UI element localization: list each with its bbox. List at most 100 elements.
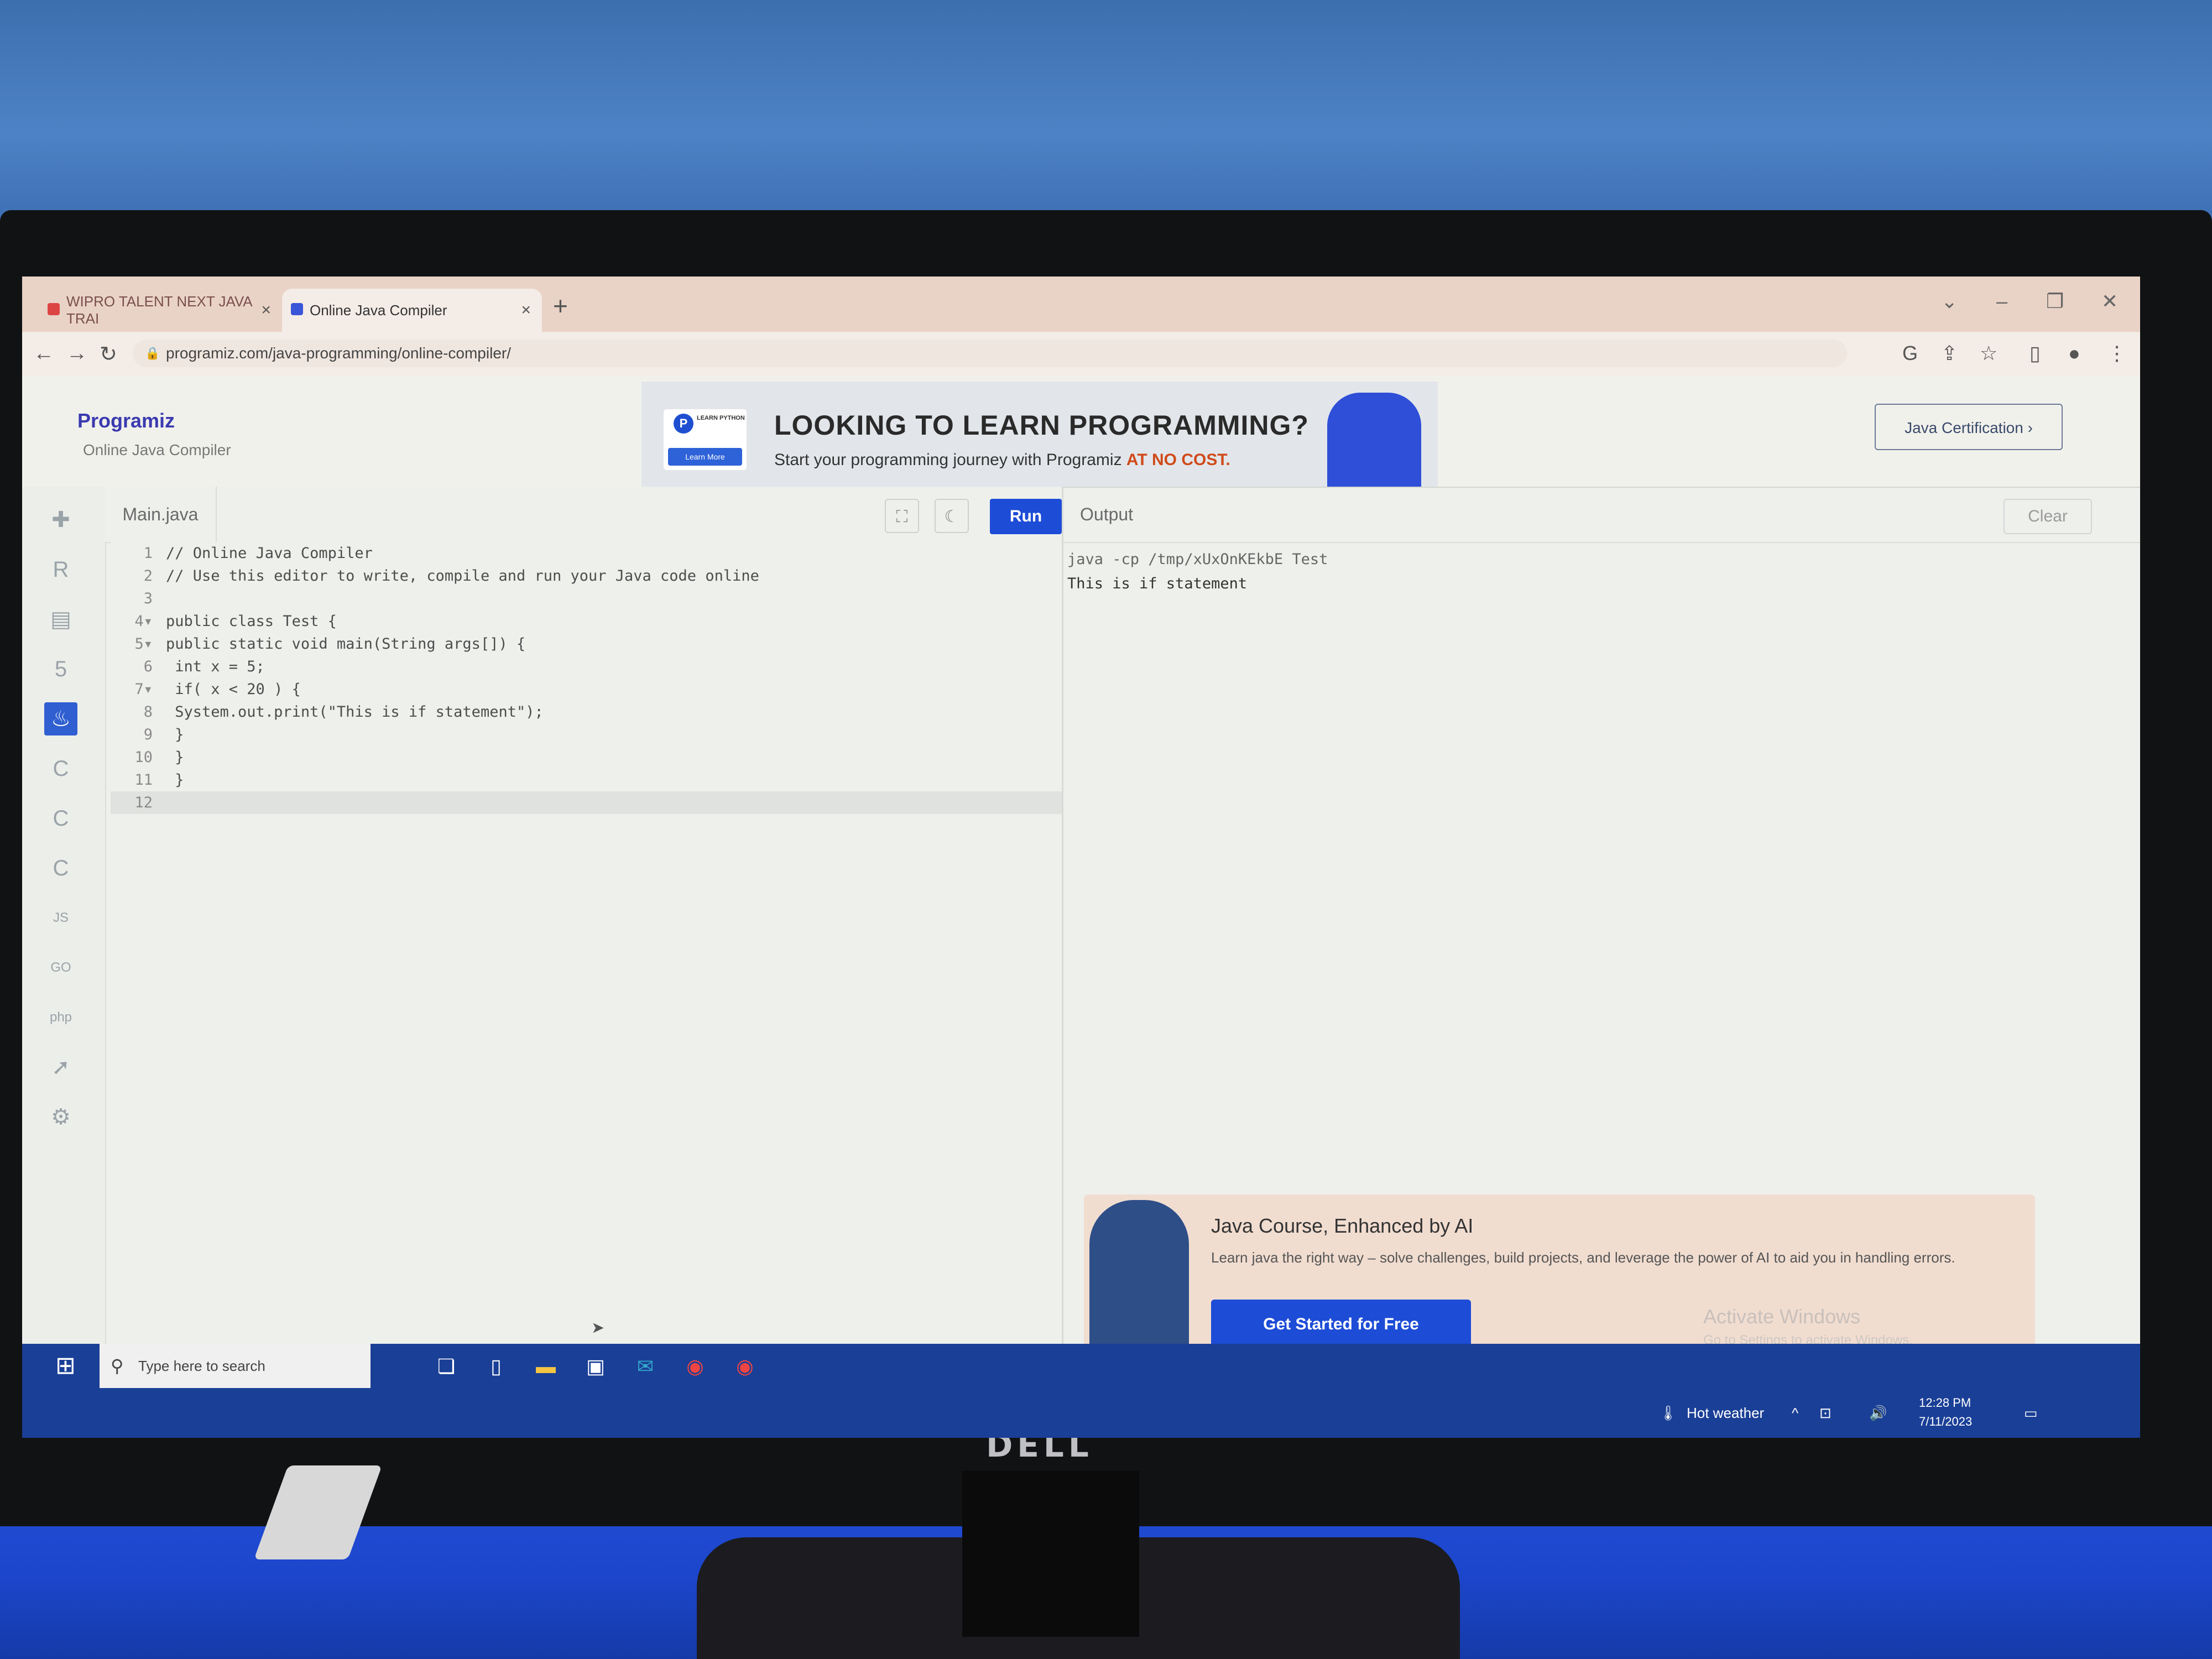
activate-windows-title: Activate Windows: [1703, 1305, 1861, 1328]
dark-mode-icon[interactable]: ☾: [935, 499, 969, 533]
rust-icon[interactable]: ⚙: [44, 1100, 77, 1134]
lock-icon: 🔒: [145, 346, 160, 360]
cpp-icon[interactable]: C: [44, 802, 77, 835]
swift-icon[interactable]: ➚: [44, 1051, 77, 1084]
code-line: 10 }: [134, 749, 184, 766]
site-header: Programiz Online Java Compiler P LEARN P…: [22, 376, 2140, 488]
clock[interactable]: 12:28 PM 7/11/2023: [1919, 1388, 1972, 1438]
close-window-icon[interactable]: ✕: [2101, 290, 2118, 313]
network-icon[interactable]: ⊡: [1819, 1388, 1832, 1438]
chrome-icon[interactable]: ◉: [680, 1352, 710, 1381]
promo-title: Java Course, Enhanced by AI: [1211, 1214, 1474, 1237]
volume-icon[interactable]: 🔊: [1869, 1388, 1887, 1438]
php-icon[interactable]: php: [44, 1001, 77, 1034]
programiz-favicon-icon: [291, 303, 303, 315]
output-toolbar: Output Clear: [1063, 487, 2140, 543]
mail-icon[interactable]: ✉: [630, 1352, 660, 1381]
tab-label: Online Java Compiler: [310, 301, 447, 319]
tray-overflow-icon[interactable]: ^: [1792, 1388, 1798, 1438]
forward-icon[interactable]: →: [66, 342, 87, 366]
address-toolbar: ← → ↻ 🔒 programiz.com/java-programming/o…: [22, 332, 2140, 376]
clear-button[interactable]: Clear: [2004, 499, 2092, 534]
close-tab-icon[interactable]: ×: [261, 301, 271, 320]
notepad-icon[interactable]: ▯: [481, 1352, 511, 1381]
weather-icon[interactable]: 🌡: [1659, 1388, 1677, 1438]
search-placeholder: Type here to search: [138, 1358, 265, 1374]
google-icon[interactable]: G: [1902, 342, 1918, 365]
tab-search-icon[interactable]: ⌄: [1941, 290, 1958, 313]
output-command: java -cp /tmp/xUxOnKEkbE Test: [1067, 551, 1328, 568]
taskbar-search-box[interactable]: ⚲ Type here to search: [100, 1344, 371, 1388]
page-subtitle: Online Java Compiler: [83, 441, 231, 458]
clock-date: 7/11/2023: [1919, 1415, 1973, 1428]
profile-avatar-icon[interactable]: ●: [2068, 342, 2080, 365]
banner-headline: LOOKING TO LEARN PROGRAMMING?: [774, 410, 1309, 441]
restore-icon[interactable]: ❐: [2046, 290, 2064, 313]
search-icon: ⚲: [111, 1356, 124, 1376]
code-line-current: 12: [111, 791, 1062, 814]
url-text: programiz.com/java-programming/online-co…: [166, 345, 511, 362]
java-certification-button[interactable]: Java Certification ›: [1875, 404, 2063, 450]
clock-time: 12:28 PM: [1919, 1396, 1971, 1410]
reload-icon[interactable]: ↻: [100, 342, 117, 367]
windows-taskbar: ⊞ ⚲ Type here to search ❏ ▯ ▬ ▣ ✉ ◉ ◉ 🌡 …: [22, 1344, 2140, 1438]
side-panel-icon[interactable]: ▯: [2030, 342, 2041, 365]
code-line: 7▾ if( x < 20 ) {: [134, 681, 301, 698]
output-result: This is if statement: [1067, 575, 1248, 592]
code-editor[interactable]: 1// Online Java Compiler 2// Use this ed…: [111, 542, 1062, 1383]
bookmark-star-icon[interactable]: ☆: [1980, 342, 1997, 365]
browser-tabbar: WIPRO TALENT NEXT JAVA TRAI × Online Jav…: [22, 276, 2140, 332]
code-line: 8 System.out.print("This is if statement…: [143, 703, 544, 721]
output-console[interactable]: java -cp /tmp/xUxOnKEkbE Test This is if …: [1067, 547, 1328, 596]
share-icon[interactable]: ⇪: [1941, 342, 1958, 365]
ad-banner[interactable]: P LEARN PYTHON Learn More LOOKING TO LEA…: [641, 382, 1438, 487]
chrome-icon-2[interactable]: ◉: [730, 1352, 760, 1381]
programiz-logo-icon: P: [674, 414, 693, 434]
code-line: 3: [143, 590, 153, 607]
gmail-icon: [48, 303, 60, 315]
get-started-button[interactable]: Get Started for Free: [1211, 1300, 1471, 1349]
banner-subline: Start your programming journey with Prog…: [774, 451, 1230, 469]
promo-person-image: [1089, 1200, 1189, 1355]
tab-online-java-compiler[interactable]: Online Java Compiler ×: [282, 289, 542, 332]
editor-toolbar: Main.java ⛶ ☾ Run: [105, 487, 1062, 543]
notifications-icon[interactable]: ▭: [2024, 1388, 2038, 1438]
programiz-logo[interactable]: Programiz: [77, 409, 175, 432]
go-icon[interactable]: GO: [44, 951, 77, 984]
minimize-icon[interactable]: –: [1996, 290, 2007, 313]
url-bar[interactable]: 🔒 programiz.com/java-programming/online-…: [133, 340, 1847, 367]
tab-wipro[interactable]: WIPRO TALENT NEXT JAVA TRAI ×: [39, 289, 282, 332]
banner-illustration: [1327, 393, 1421, 487]
javascript-icon[interactable]: JS: [44, 901, 77, 935]
r-lang-icon[interactable]: R: [44, 553, 77, 586]
new-tab-icon[interactable]: +: [553, 291, 568, 321]
windows-start-icon[interactable]: ⊞: [55, 1352, 76, 1380]
code-line: 1// Online Java Compiler: [143, 545, 373, 562]
code-line: 5▾ public static void main(String args[])…: [134, 635, 526, 653]
c-icon[interactable]: C: [44, 752, 77, 785]
menu-kebab-icon[interactable]: ⋮: [2107, 342, 2127, 365]
python-icon[interactable]: ✚: [44, 503, 77, 536]
fullscreen-icon[interactable]: ⛶: [885, 499, 919, 533]
code-line: 2// Use this editor to write, compile an…: [143, 567, 759, 585]
html-icon[interactable]: 5: [44, 653, 77, 686]
file-explorer-icon[interactable]: ▬: [531, 1352, 561, 1381]
banner-subline-text: Start your programming journey with Prog…: [774, 451, 1122, 469]
sql-icon[interactable]: ▤: [44, 603, 77, 636]
banner-mini-text: LEARN PYTHON: [697, 415, 745, 421]
screen: WIPRO TALENT NEXT JAVA TRAI × Online Jav…: [22, 276, 2140, 1438]
banner-highlight: AT NO COST.: [1126, 451, 1230, 469]
java-icon[interactable]: ♨: [44, 702, 77, 735]
csharp-icon[interactable]: C: [44, 852, 77, 885]
run-button[interactable]: Run: [990, 499, 1062, 534]
weather-text[interactable]: Hot weather: [1687, 1388, 1764, 1438]
close-tab-icon[interactable]: ×: [521, 301, 531, 320]
store-icon[interactable]: ▣: [581, 1352, 611, 1381]
banner-learn-more-button[interactable]: Learn More: [668, 448, 742, 466]
pane-divider[interactable]: [1062, 487, 1063, 1383]
file-tab-main-java[interactable]: Main.java: [105, 487, 217, 542]
task-view-icon[interactable]: ❏: [431, 1352, 461, 1381]
promo-description: Learn java the right way – solve challen…: [1211, 1249, 1955, 1266]
code-line: 11 }: [134, 771, 184, 789]
back-icon[interactable]: ←: [33, 342, 54, 366]
